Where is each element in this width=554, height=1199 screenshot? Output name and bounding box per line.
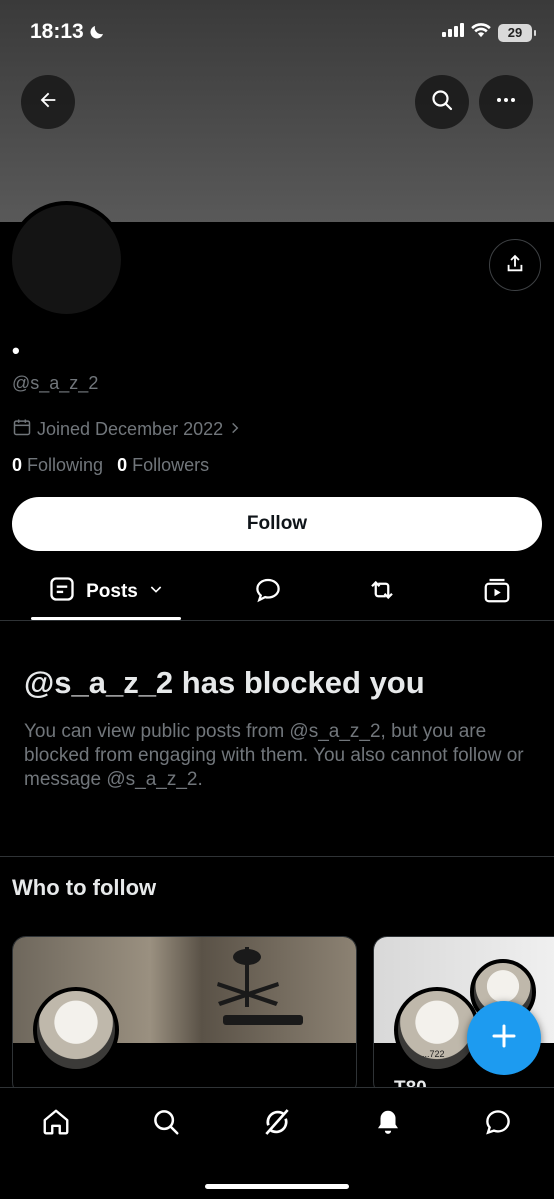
status-bar: 18:13 29 xyxy=(0,0,554,66)
search-icon xyxy=(151,1107,181,1142)
grok-icon xyxy=(261,1106,293,1143)
back-button[interactable] xyxy=(21,75,75,129)
tab-posts-label: Posts xyxy=(86,581,138,602)
bell-icon xyxy=(373,1107,403,1142)
follow-button[interactable]: Follow xyxy=(12,497,542,551)
reply-icon xyxy=(253,575,283,610)
search-icon xyxy=(430,88,454,117)
follow-counts: 0 Following 0 Followers xyxy=(12,455,209,476)
chevron-right-icon xyxy=(228,419,242,440)
nav-grok[interactable] xyxy=(257,1106,297,1142)
chevron-down-icon xyxy=(148,581,164,603)
nav-search[interactable] xyxy=(146,1106,186,1142)
tab-active-indicator xyxy=(31,617,181,620)
nav-home[interactable] xyxy=(36,1106,76,1142)
bottom-nav xyxy=(0,1087,554,1199)
home-indicator xyxy=(205,1184,349,1189)
more-icon xyxy=(494,88,518,117)
signal-icon xyxy=(442,23,464,42)
tab-reposts[interactable] xyxy=(357,564,407,620)
posts-icon xyxy=(48,575,76,609)
search-button[interactable] xyxy=(415,75,469,129)
followers-count[interactable]: 0 Followers xyxy=(117,455,209,476)
media-icon xyxy=(482,575,512,610)
profile-avatar[interactable] xyxy=(8,201,125,318)
wifi-icon xyxy=(470,22,492,43)
blocked-message: You can view public posts from @s_a_z_2,… xyxy=(24,721,524,790)
calendar-icon xyxy=(12,417,32,442)
blocked-title: @s_a_z_2 has blocked you xyxy=(24,665,425,700)
joined-label: Joined December 2022 xyxy=(37,419,224,439)
suggestion-card[interactable] xyxy=(12,936,357,1096)
plus-icon xyxy=(489,1021,519,1056)
suggestion-avatar xyxy=(33,987,119,1073)
more-button[interactable] xyxy=(479,75,533,129)
following-count[interactable]: 0 Following xyxy=(12,455,103,476)
back-arrow-icon xyxy=(37,89,59,116)
joined-date[interactable]: Joined December 2022 xyxy=(12,417,242,442)
home-icon xyxy=(41,1107,71,1142)
moon-icon xyxy=(88,23,106,46)
nav-messages[interactable] xyxy=(478,1106,518,1142)
display-name: • xyxy=(12,338,20,363)
share-icon xyxy=(504,252,526,279)
status-time: 18:13 xyxy=(30,20,84,43)
messages-icon xyxy=(483,1107,513,1142)
tab-posts[interactable]: Posts xyxy=(31,564,181,620)
profile-handle: @s_a_z_2 xyxy=(12,373,99,393)
section-divider xyxy=(0,856,554,857)
share-button[interactable] xyxy=(489,239,541,291)
tab-replies[interactable] xyxy=(243,564,293,620)
who-to-follow-title: Who to follow xyxy=(12,875,157,900)
compose-button[interactable] xyxy=(467,1001,541,1075)
tab-media[interactable] xyxy=(472,564,522,620)
profile-tabs: Posts xyxy=(0,564,554,621)
battery-indicator: 29 xyxy=(498,23,536,42)
nav-notifications[interactable] xyxy=(368,1106,408,1142)
repost-icon xyxy=(366,575,398,610)
avatar-caption: ...722 xyxy=(422,1049,445,1059)
